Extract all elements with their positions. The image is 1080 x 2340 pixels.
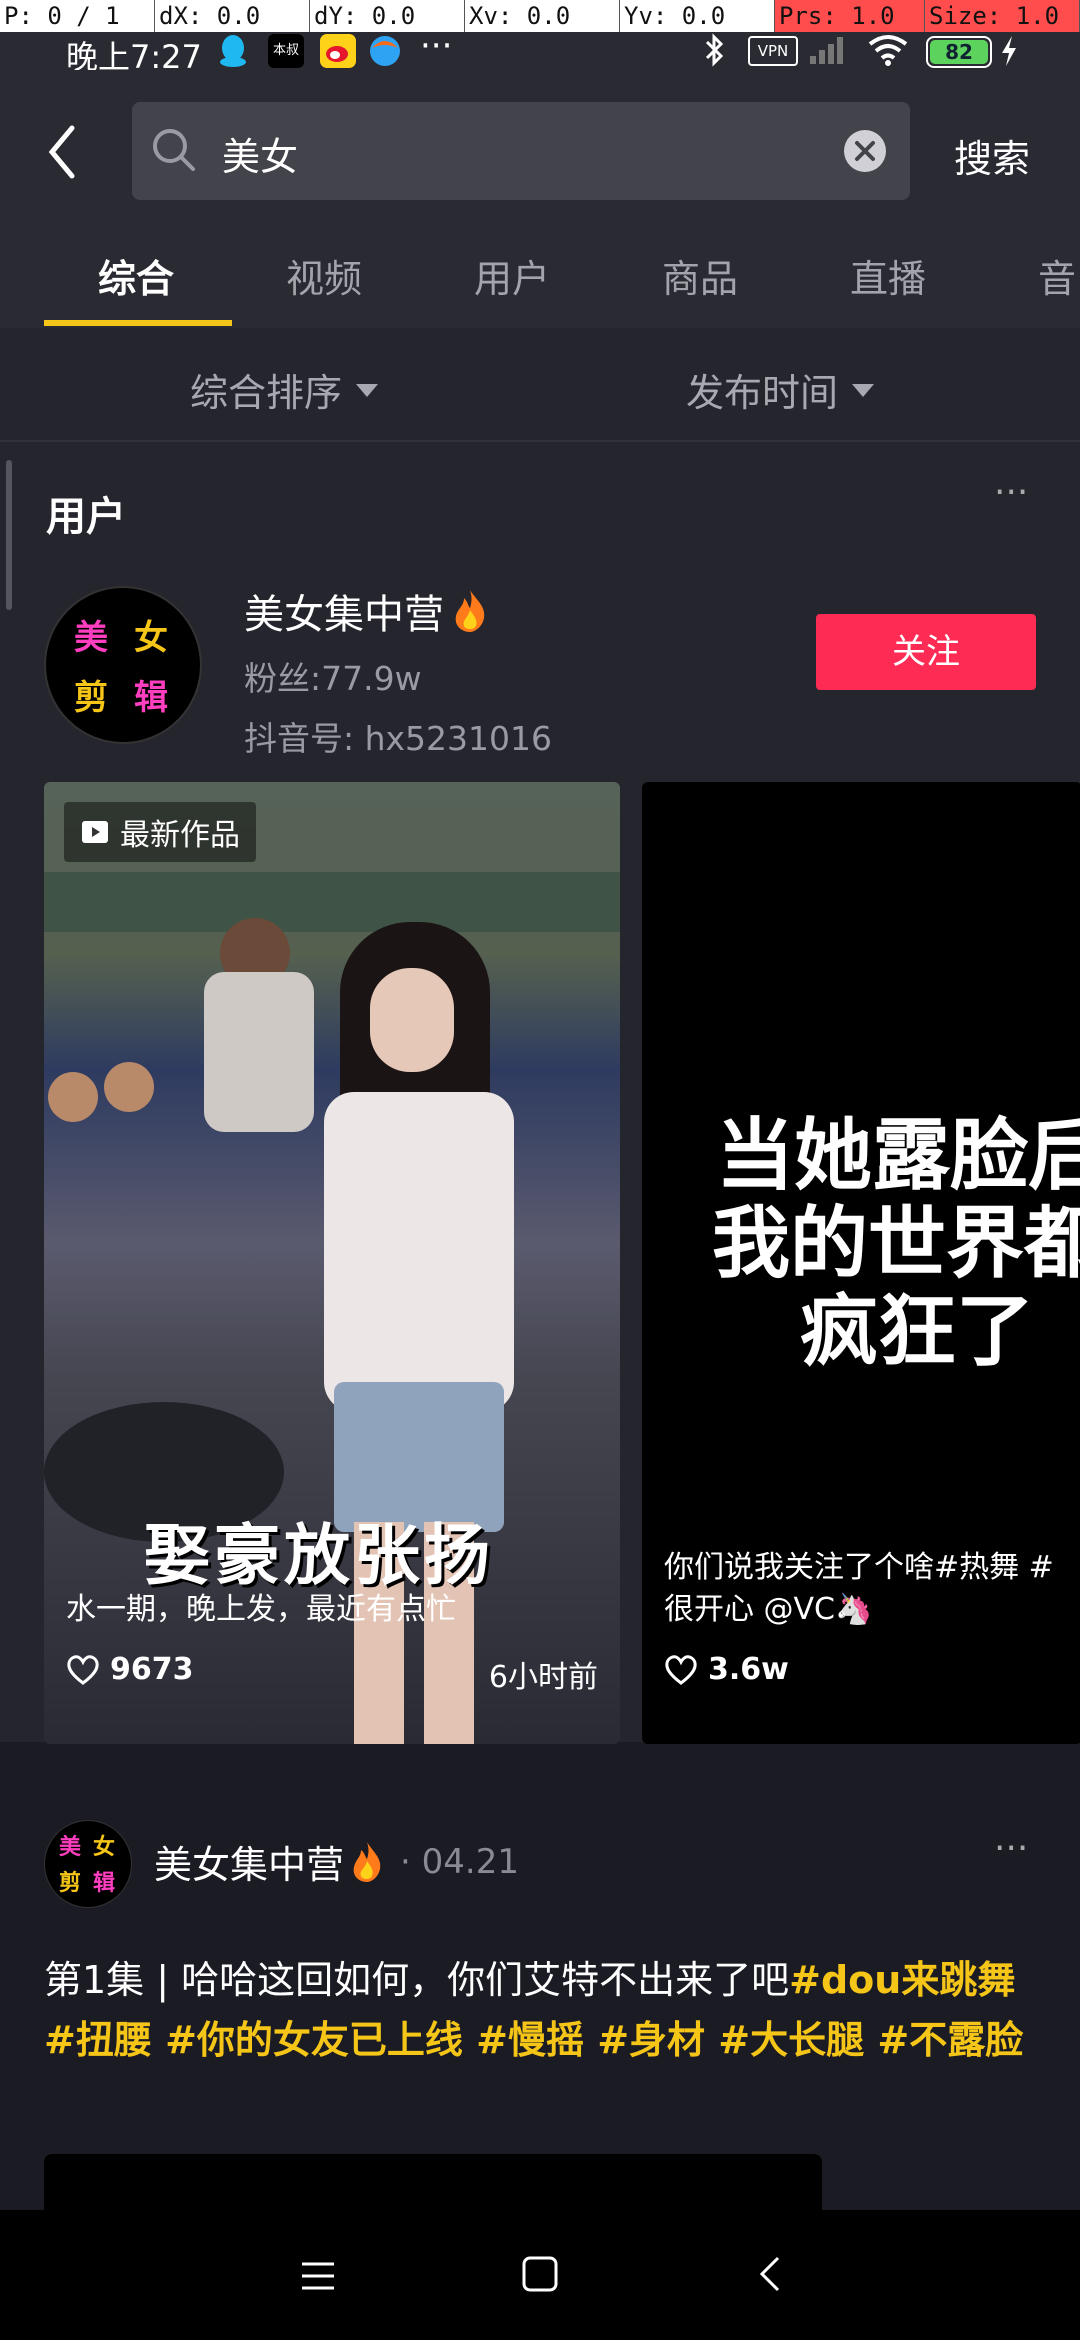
tab-live[interactable]: 直播 [850, 248, 926, 303]
back-nav-icon[interactable] [752, 2254, 792, 2294]
post-item: 美 女 剪 辑 美女集中营 · 04.21 ··· 第1集 | 哈哈这回如何，你… [0, 1790, 1080, 2214]
tab-goods[interactable]: 商品 [662, 248, 738, 303]
post-text: 第1集 | 哈哈这回如何，你们艾特不出来了吧 [44, 1958, 790, 2002]
heart-icon [67, 1654, 99, 1685]
back-icon[interactable] [44, 124, 80, 180]
battery-icon: 82 [926, 36, 992, 68]
time-filter[interactable]: 发布时间 [686, 362, 878, 417]
video-caption: 你们说我关注了个啥#热舞 # [664, 1550, 1054, 1585]
fire-icon [455, 590, 485, 632]
avatar-char: 美 [59, 1835, 82, 1860]
follow-button[interactable]: 关注 [816, 614, 1036, 690]
search-icon [153, 129, 195, 171]
latest-badge-label: 最新作品 [120, 818, 240, 853]
menu-icon[interactable] [298, 2256, 338, 2296]
latest-badge: 最新作品 [64, 802, 256, 862]
debug-pointer-count: P: 0 / 1 [0, 0, 155, 32]
system-nav-bar [0, 2210, 1080, 2340]
overlay-line: 当她露脸后 [716, 1111, 1080, 1201]
user-name-row[interactable]: 美女集中营 [244, 582, 490, 640]
browser-icon [370, 36, 400, 66]
tab-user[interactable]: 用户 [474, 248, 550, 303]
user-fans: 粉丝:77.9w [244, 659, 422, 698]
debug-xv: Xv: 0.0 [465, 0, 620, 32]
video-likes: 3.6w [664, 1652, 789, 1687]
cellular-signal-icon [810, 37, 843, 64]
heart-icon [665, 1654, 697, 1685]
search-submit-button[interactable]: 搜索 [954, 128, 1030, 183]
avatar-char: 剪 [59, 1871, 82, 1896]
user-name: 美女集中营 [244, 592, 444, 638]
qq-icon [220, 35, 246, 67]
scene-girl-face [370, 968, 454, 1072]
video-time: 6小时前 [488, 1660, 598, 1695]
video-likes-count: 9673 [110, 1652, 194, 1687]
avatar-char: 剪 [74, 678, 108, 718]
video-card[interactable]: 最新作品 娶豪放张扬 水一期，晚上发，最近有点忙 9673 6小时前 [44, 782, 620, 1744]
search-box[interactable]: 美女 [132, 102, 910, 200]
debug-yv: Yv: 0.0 [620, 0, 775, 32]
pointer-debug-bar: P: 0 / 1 dX: 0.0 dY: 0.0 Xv: 0.0 Yv: 0.0… [0, 0, 1080, 32]
chevron-down-icon [356, 383, 379, 397]
video-badge-icon [82, 821, 108, 843]
scene-person [48, 1072, 98, 1122]
section-more-icon[interactable]: ··· [994, 472, 1028, 513]
user-result-section: 用户 ··· 美 女 剪 辑 美女集中营 粉丝:77.9w 抖音号: hx523… [0, 442, 1080, 1744]
battery-level: 82 [930, 40, 988, 64]
overlay-line: 我的世界都 [712, 1199, 1080, 1289]
avatar-char: 女 [134, 618, 168, 658]
video-overlay-text: 当她露脸后 我的世界都 疯狂了 [712, 1111, 1080, 1377]
search-input[interactable]: 美女 [222, 126, 298, 181]
active-tab-indicator [44, 320, 232, 326]
chevron-down-icon [852, 383, 875, 397]
scrollbar[interactable] [6, 460, 12, 610]
debug-dx: dX: 0.0 [155, 0, 310, 32]
scene-person [104, 1062, 154, 1112]
avatar-char: 女 [93, 1835, 116, 1860]
avatar[interactable]: 美 女 剪 辑 [44, 586, 202, 744]
avatar-char: 辑 [93, 1871, 116, 1896]
scene-tent [44, 872, 620, 932]
bluetooth-icon [705, 33, 724, 67]
search-header: 美女 搜索 [0, 70, 1080, 220]
avatar-char: 辑 [134, 678, 168, 718]
fire-icon [353, 1841, 381, 1882]
user-douyin-id: 抖音号: hx5231016 [244, 719, 553, 758]
post-date: · 04.21 [400, 1841, 519, 1882]
overlay-line: 疯狂了 [800, 1287, 1035, 1377]
wifi-icon [868, 35, 908, 66]
home-icon[interactable] [520, 2254, 560, 2294]
tab-comprehensive[interactable]: 综合 [98, 248, 174, 303]
result-tabs: 综合 视频 用户 商品 直播 音 [0, 220, 1080, 329]
post-description[interactable]: 第1集 | 哈哈这回如何，你们艾特不出来了吧#dou来跳舞 #扭腰 #你的女友已… [44, 1950, 1040, 2070]
post-author-row[interactable]: 美女集中营 · 04.21 [154, 1834, 519, 1889]
post-avatar[interactable]: 美 女 剪 辑 [44, 1820, 132, 1908]
sort-filter-label: 综合排序 [190, 371, 343, 415]
video-card[interactable]: 当她露脸后 我的世界都 疯狂了 你们说我关注了个啥#热舞 # 很开心 @VC🦄 … [642, 782, 1080, 1744]
clear-icon[interactable] [842, 128, 888, 174]
section-title: 用户 [46, 494, 126, 540]
tab-video[interactable]: 视频 [286, 248, 362, 303]
video-caption: 水一期，晚上发，最近有点忙 [66, 1592, 456, 1627]
vpn-icon: VPN [748, 36, 798, 66]
time-filter-label: 发布时间 [686, 371, 839, 415]
post-video-preview[interactable] [44, 2154, 822, 2214]
charging-icon [1002, 36, 1016, 66]
video-likes: 9673 [66, 1652, 194, 1687]
post-more-icon[interactable]: ··· [994, 1828, 1028, 1869]
video-likes-count: 3.6w [708, 1652, 789, 1687]
scene-girl-top [324, 1092, 514, 1412]
weibo-icon [320, 34, 356, 68]
app-notification-icon: 本叔 [268, 34, 304, 68]
avatar-char: 美 [74, 618, 108, 658]
video-caption: 很开心 @VC🦄 [664, 1592, 873, 1627]
status-more-icon: ··· [420, 26, 453, 66]
scene-person [204, 972, 314, 1132]
tab-music[interactable]: 音 [1038, 248, 1076, 303]
debug-pressure: Prs: 1.0 [775, 0, 925, 32]
sort-filter[interactable]: 综合排序 [190, 362, 382, 417]
debug-size: Size: 1.0 [925, 0, 1080, 32]
filter-bar: 综合排序 发布时间 [0, 328, 1080, 442]
post-author: 美女集中营 [154, 1843, 345, 1887]
